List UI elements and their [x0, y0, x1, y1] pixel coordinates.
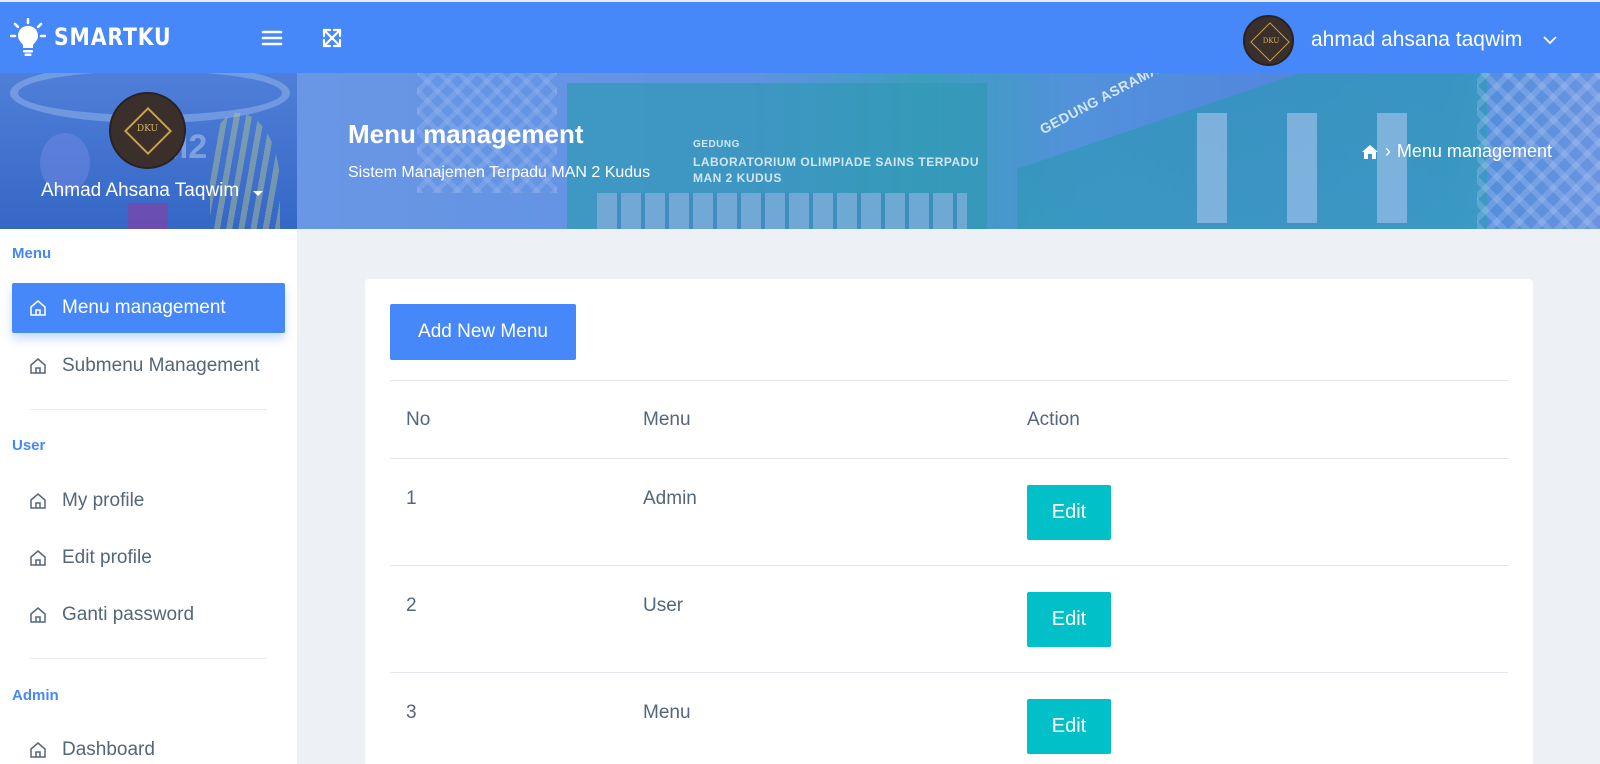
home-icon — [30, 550, 46, 566]
sidebar-item-label: Dashboard — [62, 739, 155, 760]
building-sign-line1: GEDUNG — [693, 139, 740, 150]
sidebar-item-submenu-management[interactable]: Submenu Management — [12, 341, 285, 391]
user-name-dropdown[interactable]: ahmad ahsana taqwim — [1311, 28, 1522, 52]
row-divider — [390, 565, 1508, 566]
brand-logo[interactable]: SMARTKU — [10, 18, 192, 56]
add-new-menu-button[interactable]: Add New Menu — [390, 304, 576, 360]
sidebar-divider — [30, 409, 267, 410]
home-icon — [30, 358, 46, 374]
sidebar-item-ganti-password[interactable]: Ganti password — [12, 590, 285, 640]
sidebar-divider — [30, 658, 267, 659]
building-sign-line3: MAN 2 KUDUS — [693, 171, 782, 185]
row-no: 3 — [406, 702, 417, 723]
top-navbar: SMARTKU DKU ahmad ahsana taqwim — [0, 0, 1600, 73]
sidebar-item-label: Ganti password — [62, 604, 195, 625]
row-menu: Menu — [643, 702, 691, 723]
lightbulb-icon — [10, 18, 46, 56]
fullscreen-icon[interactable] — [318, 24, 346, 52]
caret-down-icon — [253, 190, 264, 196]
hamburger-menu-icon[interactable] — [258, 24, 286, 52]
breadcrumb-separator: › — [1384, 141, 1391, 161]
column-header-action[interactable]: Action — [1027, 409, 1080, 431]
row-menu: Admin — [643, 488, 697, 509]
chevron-down-icon[interactable] — [1542, 32, 1558, 48]
sidebar-item-menu-management[interactable]: Menu management — [12, 283, 285, 333]
sidebar-item-label: My profile — [62, 490, 145, 511]
page-title: Menu management — [348, 119, 584, 149]
sidebar-section-menu: Menu — [12, 245, 52, 262]
menu-table-card: Add New Menu No Menu Action 1 Admin Edit… — [365, 279, 1533, 764]
home-icon — [30, 742, 46, 758]
building-sign-line2: LABORATORIUM OLIMPIADE SAINS TERPADU — [693, 155, 980, 169]
sidebar-section-user: User — [12, 437, 46, 454]
sidebar-item-label: Edit profile — [62, 547, 152, 568]
row-divider — [390, 672, 1508, 673]
breadcrumb: › Menu management — [1361, 141, 1552, 162]
home-icon[interactable] — [1361, 144, 1379, 160]
avatar-emblem-text: DKU — [1262, 37, 1280, 45]
edit-button[interactable]: Edit — [1027, 699, 1111, 754]
brand-name: SMARTKU — [54, 23, 172, 51]
sidebar-item-label: Submenu Management — [62, 355, 260, 376]
table-header-border — [390, 458, 1508, 459]
home-icon — [30, 607, 46, 623]
row-no: 2 — [406, 595, 417, 616]
sidebar-section-admin: Admin — [12, 687, 59, 704]
user-avatar[interactable]: DKU — [1243, 15, 1294, 66]
column-header-menu[interactable]: Menu — [643, 409, 691, 431]
edit-button[interactable]: Edit — [1027, 485, 1111, 540]
home-icon — [30, 300, 46, 316]
edit-button[interactable]: Edit — [1027, 592, 1111, 647]
sidebar-profile: M2 DKU Ahmad Ahsana Taqwim — [0, 73, 297, 229]
table-top-border — [390, 380, 1508, 381]
profile-name-dropdown[interactable]: Ahmad Ahsana Taqwim — [41, 180, 264, 202]
home-icon — [30, 493, 46, 509]
row-menu: User — [643, 595, 684, 616]
column-header-no[interactable]: No — [406, 409, 430, 431]
sidebar-item-dashboard[interactable]: Dashboard — [12, 725, 285, 764]
profile-name: Ahmad Ahsana Taqwim — [41, 180, 240, 201]
row-no: 1 — [406, 488, 417, 509]
profile-avatar[interactable]: DKU — [109, 92, 186, 169]
sidebar-item-my-profile[interactable]: My profile — [12, 476, 285, 526]
page-subtitle: Sistem Manajemen Terpadu MAN 2 Kudus — [348, 164, 651, 181]
sidebar-item-label: Menu management — [62, 297, 226, 318]
sidebar: Menu Menu management Submenu Management … — [0, 229, 297, 764]
sidebar-item-edit-profile[interactable]: Edit profile — [12, 533, 285, 583]
breadcrumb-current: Menu management — [1396, 141, 1552, 161]
